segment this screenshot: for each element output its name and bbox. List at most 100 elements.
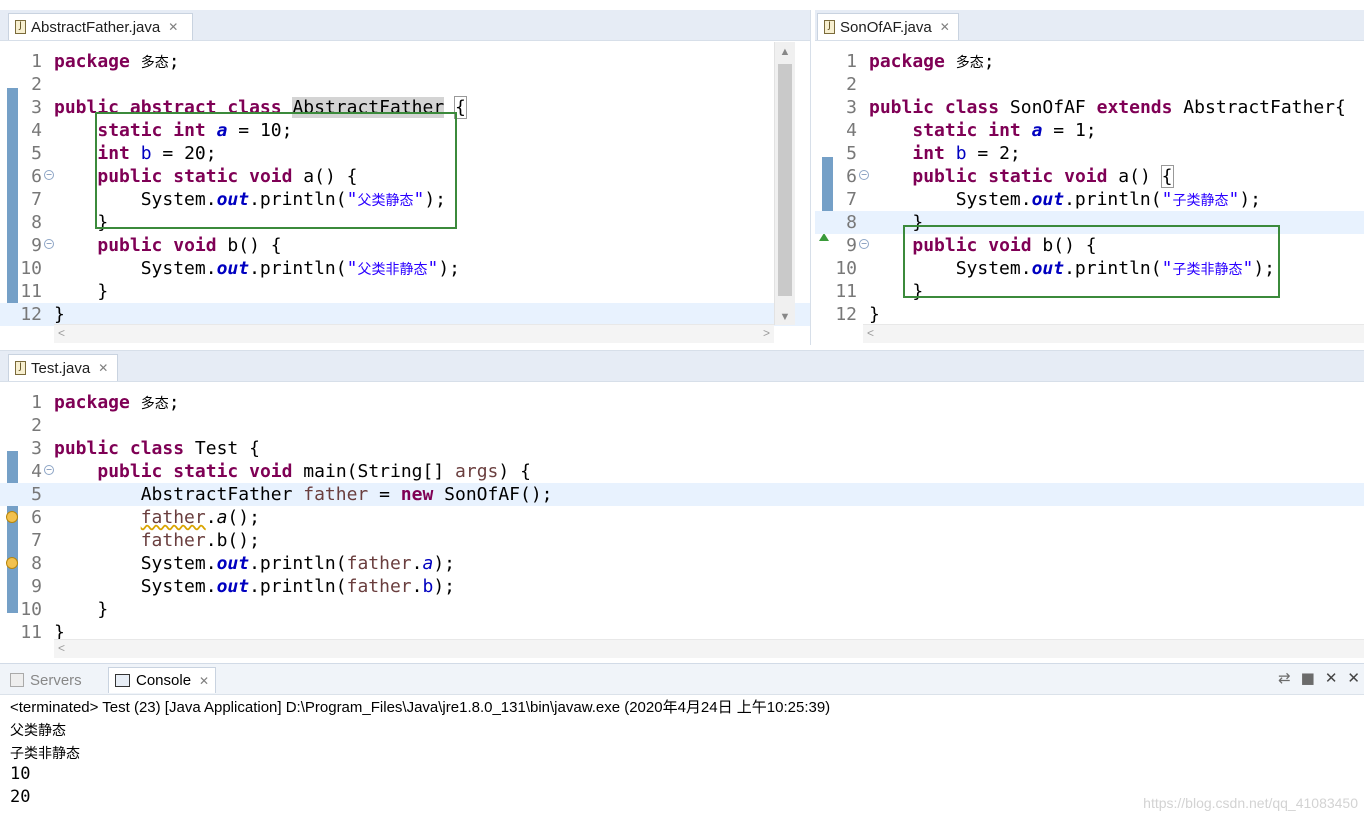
code-line[interactable]: 1 package 多态; xyxy=(0,50,810,73)
code-line[interactable]: 6− public static void a() { xyxy=(815,165,1364,188)
code-line[interactable]: 2 xyxy=(815,73,1364,96)
code-line[interactable]: 2 xyxy=(0,73,810,96)
fold-toggle-icon[interactable]: − xyxy=(859,239,869,249)
link-icon[interactable]: ⇄ xyxy=(1278,669,1291,687)
code-text: public void b() { xyxy=(97,235,282,256)
line-number: 8 xyxy=(846,212,857,233)
line-number: 11 xyxy=(20,281,42,302)
highlight-box xyxy=(903,225,1280,298)
tab-label: SonOfAF.java xyxy=(840,18,932,36)
fold-toggle-icon[interactable]: − xyxy=(44,465,54,475)
code-line[interactable]: 8 System.out.println(father.a); xyxy=(0,552,1364,575)
line-number: 6 xyxy=(31,166,42,187)
tab-test[interactable]: J Test.java ✕ xyxy=(8,354,118,381)
code-line[interactable]: 1 package 多态; xyxy=(0,391,1364,414)
fold-toggle-icon[interactable]: − xyxy=(44,170,54,180)
code-text: public class Test { xyxy=(54,438,260,459)
line-number: 5 xyxy=(846,143,857,164)
fold-toggle-icon[interactable]: − xyxy=(44,239,54,249)
line-number: 10 xyxy=(835,258,857,279)
console-icon xyxy=(115,674,130,687)
code-line[interactable]: 3 public class Test { xyxy=(0,437,1364,460)
scroll-left-icon[interactable]: < xyxy=(58,326,65,340)
close-icon[interactable]: ✕ xyxy=(168,20,178,34)
code-line[interactable]: 9 System.out.println(father.b); xyxy=(0,575,1364,598)
line-number: 9 xyxy=(846,235,857,256)
line-number: 8 xyxy=(31,553,42,574)
code-text: father.b(); xyxy=(140,530,260,551)
code-text: public class SonOfAF extends AbstractFat… xyxy=(869,97,1346,118)
scroll-down-icon[interactable]: ▼ xyxy=(775,311,795,323)
tab-son-of-af[interactable]: J SonOfAF.java ✕ xyxy=(817,13,959,40)
highlight-box xyxy=(95,112,457,229)
scroll-up-icon[interactable]: ▲ xyxy=(775,46,795,58)
close-icon[interactable]: ✕ xyxy=(98,361,108,375)
warning-icon[interactable] xyxy=(6,511,18,523)
code-area[interactable]: 1 package 多态; 2 3 public class Test {4− publ… xyxy=(0,391,1364,644)
scroll-left-icon[interactable]: < xyxy=(867,326,874,340)
code-line[interactable]: 2 xyxy=(0,414,1364,437)
code-text: static int a = 1; xyxy=(912,120,1097,141)
line-number: 7 xyxy=(31,530,42,551)
scroll-right-icon[interactable]: > xyxy=(763,326,770,340)
editor-tabbar: J Test.java ✕ xyxy=(0,351,1364,382)
code-line[interactable]: 5 AbstractFather father = new SonOfAF(); xyxy=(0,483,1364,506)
code-line[interactable]: 4− public static void main(String[] args… xyxy=(0,460,1364,483)
line-number: 2 xyxy=(31,74,42,95)
code-text: } xyxy=(54,599,109,620)
code-line[interactable]: 12} xyxy=(0,303,810,326)
remove-launch-icon[interactable]: ✕ xyxy=(1325,669,1338,687)
console-output-line: 父类静态 xyxy=(10,722,66,738)
stop-icon[interactable]: ■ xyxy=(1301,669,1315,687)
console-output-line: 10 xyxy=(10,764,31,784)
tab-console-label: Console xyxy=(136,672,192,689)
tab-abstract-father[interactable]: J AbstractFather.java ✕ xyxy=(8,13,193,40)
code-text: } xyxy=(54,304,65,325)
close-icon[interactable]: ✕ xyxy=(199,674,209,688)
code-line[interactable]: 7 father.b(); xyxy=(0,529,1364,552)
remove-all-icon[interactable]: ✕ xyxy=(1347,669,1360,687)
line-number: 3 xyxy=(31,97,42,118)
line-number: 9 xyxy=(31,235,42,256)
scroll-left-icon[interactable]: < xyxy=(58,641,65,655)
line-number: 3 xyxy=(31,438,42,459)
servers-icon xyxy=(10,673,24,687)
horizontal-scrollbar[interactable]: < xyxy=(54,639,1364,658)
code-line[interactable]: 10 } xyxy=(0,598,1364,621)
code-text: package 多态; xyxy=(54,51,180,72)
fold-toggle-icon[interactable]: − xyxy=(859,170,869,180)
code-line[interactable]: 1 package 多态; xyxy=(815,50,1364,73)
watermark: https://blog.csdn.net/qq_41083450 xyxy=(1143,795,1358,811)
java-file-icon: J xyxy=(15,20,26,34)
code-line[interactable]: 5 int b = 2; xyxy=(815,142,1364,165)
code-line[interactable]: 4 static int a = 1; xyxy=(815,119,1364,142)
code-line[interactable]: 12} xyxy=(815,303,1364,326)
java-file-icon: J xyxy=(824,20,835,34)
console-toolbar: ⇄ ■ ✕ ✕ xyxy=(1278,669,1360,687)
console-header: <terminated> Test (23) [Java Application… xyxy=(10,699,831,716)
editor-tabbar: J AbstractFather.java ✕ xyxy=(0,10,810,41)
warning-icon[interactable] xyxy=(6,557,18,569)
tab-servers[interactable]: Servers xyxy=(4,667,88,693)
line-number: 8 xyxy=(31,212,42,233)
line-number: 6 xyxy=(846,166,857,187)
code-line[interactable]: 3 public class SonOfAF extends AbstractFa… xyxy=(815,96,1364,119)
java-file-icon: J xyxy=(15,361,26,375)
code-line[interactable]: 9− public void b() { xyxy=(0,234,810,257)
code-line[interactable]: 11 } xyxy=(0,280,810,303)
tab-console[interactable]: Console ✕ xyxy=(108,667,217,693)
vertical-scrollbar[interactable]: ▲ ▼ xyxy=(774,42,795,325)
horizontal-scrollbar[interactable]: < xyxy=(863,324,1364,343)
scroll-thumb[interactable] xyxy=(778,64,792,296)
line-number: 7 xyxy=(31,189,42,210)
line-number: 4 xyxy=(31,461,42,482)
tab-label: Test.java xyxy=(31,359,91,377)
line-number: 1 xyxy=(31,392,42,413)
code-text: } xyxy=(869,304,880,325)
code-line[interactable]: 6 father.a(); xyxy=(0,506,1364,529)
code-line[interactable]: 10 System.out.println("父类非静态"); xyxy=(0,257,810,280)
horizontal-scrollbar[interactable]: < > xyxy=(54,324,774,343)
close-icon[interactable]: ✕ xyxy=(940,20,950,34)
code-line[interactable]: 7 System.out.println("子类静态"); xyxy=(815,188,1364,211)
line-number: 9 xyxy=(31,576,42,597)
